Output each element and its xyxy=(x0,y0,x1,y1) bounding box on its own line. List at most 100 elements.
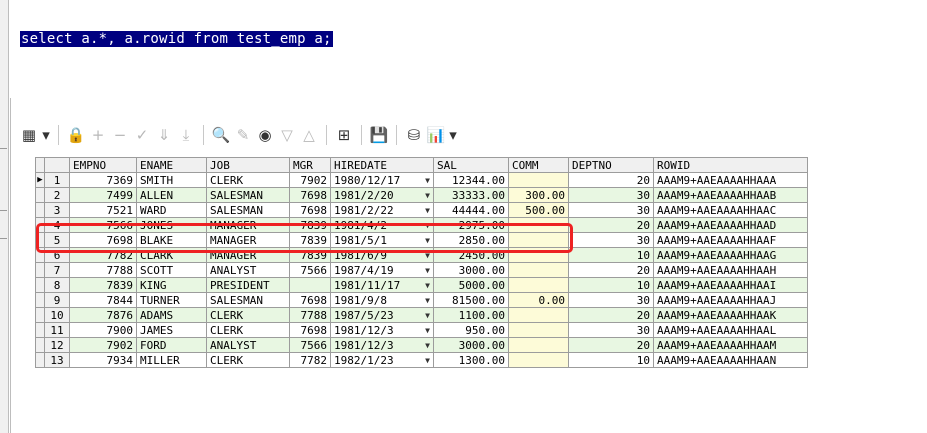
date-dropdown-icon[interactable]: ▼ xyxy=(419,339,430,352)
date-dropdown-icon[interactable]: ▼ xyxy=(419,189,430,202)
cell-empno[interactable]: 7902 xyxy=(69,337,137,353)
date-dropdown-icon[interactable]: ▼ xyxy=(419,309,430,322)
cell-mgr[interactable]: 7566 xyxy=(289,337,331,353)
cell-mgr[interactable]: 7839 xyxy=(289,232,331,248)
clear-icon[interactable]: ✎ xyxy=(232,124,254,146)
cell-hiredate[interactable]: 1981/11/17 ▼ xyxy=(330,277,434,293)
cell-deptno[interactable]: 20 xyxy=(568,337,654,353)
cell-job[interactable]: SALESMAN xyxy=(206,292,290,308)
cell-job[interactable]: CLERK xyxy=(206,307,290,323)
find-icon[interactable]: 🔍 xyxy=(210,124,232,146)
cell-hiredate[interactable]: 1987/5/23 ▼ xyxy=(330,307,434,323)
cell-sal[interactable]: 1300.00 xyxy=(433,352,509,368)
cell-sal[interactable]: 950.00 xyxy=(433,322,509,338)
save-icon[interactable]: 💾 xyxy=(368,124,390,146)
cell-ename[interactable]: FORD xyxy=(136,337,207,353)
cell-mgr[interactable]: 7782 xyxy=(289,352,331,368)
cell-rowid[interactable]: AAAM9+AAEAAAAHHAAI xyxy=(653,277,808,293)
cell-hiredate[interactable]: 1981/2/22 ▼ xyxy=(330,202,434,218)
cell-ename[interactable]: SMITH xyxy=(136,172,207,188)
column-header-sal[interactable]: SAL xyxy=(433,157,509,173)
sql-editor[interactable]: select a.*, a.rowid from test_emp a; xyxy=(10,0,927,99)
cell-job[interactable]: MANAGER xyxy=(206,232,290,248)
table-row[interactable]: 3 7521 WARD SALESMAN 7698 1981/2/22 ▼ 44444.00 5… xyxy=(35,202,808,218)
cell-sal[interactable]: 2850.00 xyxy=(433,232,509,248)
column-header-rowid[interactable]: ROWID xyxy=(653,157,808,173)
table-row[interactable]: 9 7844 TURNER SALESMAN 7698 1981/9/8 ▼ 81500.00… xyxy=(35,292,808,308)
table-row[interactable]: 12 7902 FORD ANALYST 7566 1981/12/3 ▼ 3000.00 20… xyxy=(35,337,808,353)
date-dropdown-icon[interactable]: ▼ xyxy=(419,279,430,292)
add-record-icon[interactable]: + xyxy=(87,124,109,146)
lock-icon[interactable]: 🔒 xyxy=(65,124,87,146)
cell-hiredate[interactable]: 1982/1/23 ▼ xyxy=(330,352,434,368)
cell-deptno[interactable]: 20 xyxy=(568,172,654,188)
dropdown-arrow-icon[interactable]: ▾ xyxy=(40,124,52,146)
cell-mgr[interactable]: 7698 xyxy=(289,322,331,338)
export-icon[interactable]: ⛁ xyxy=(403,124,425,146)
cell-rowid[interactable]: AAAM9+AAEAAAAHHAAB xyxy=(653,187,808,203)
cell-empno[interactable]: 7521 xyxy=(69,202,137,218)
cell-hiredate[interactable]: 1981/2/20 ▼ xyxy=(330,187,434,203)
date-dropdown-icon[interactable]: ▼ xyxy=(419,354,430,367)
cell-rowid[interactable]: AAAM9+AAEAAAAHHAAN xyxy=(653,352,808,368)
cell-job[interactable]: CLERK xyxy=(206,172,290,188)
date-dropdown-icon[interactable]: ▼ xyxy=(419,249,430,262)
cell-ename[interactable]: TURNER xyxy=(136,292,207,308)
cell-job[interactable]: MANAGER xyxy=(206,217,290,233)
cell-sal[interactable]: 3000.00 xyxy=(433,337,509,353)
cell-rowid[interactable]: AAAM9+AAEAAAAHHAAD xyxy=(653,217,808,233)
cell-empno[interactable]: 7876 xyxy=(69,307,137,323)
cell-deptno[interactable]: 10 xyxy=(568,352,654,368)
cell-ename[interactable]: MILLER xyxy=(136,352,207,368)
date-dropdown-icon[interactable]: ▼ xyxy=(419,234,430,247)
column-header-deptno[interactable]: DEPTNO xyxy=(568,157,654,173)
cell-job[interactable]: PRESIDENT xyxy=(206,277,290,293)
cell-job[interactable]: MANAGER xyxy=(206,247,290,263)
cell-empno[interactable]: 7900 xyxy=(69,322,137,338)
cell-ename[interactable]: BLAKE xyxy=(136,232,207,248)
cell-hiredate[interactable]: 1981/12/3 ▼ xyxy=(330,322,434,338)
table-row[interactable]: 4 7566 JONES MANAGER 7839 1981/4/2 ▼ 2975.00 20 A… xyxy=(35,217,808,233)
cell-mgr[interactable]: 7902 xyxy=(289,172,331,188)
cell-comm[interactable] xyxy=(508,262,569,278)
cell-ename[interactable]: JAMES xyxy=(136,322,207,338)
cell-mgr[interactable]: 7839 xyxy=(289,217,331,233)
table-row[interactable]: 11 7900 JAMES CLERK 7698 1981/12/3 ▼ 950.00 30 AA… xyxy=(35,322,808,338)
cell-sal[interactable]: 3000.00 xyxy=(433,262,509,278)
cell-sal[interactable]: 1100.00 xyxy=(433,307,509,323)
cell-rowid[interactable]: AAAM9+AAEAAAAHHAAL xyxy=(653,322,808,338)
cell-rowid[interactable]: AAAM9+AAEAAAAHHAAH xyxy=(653,262,808,278)
cell-ename[interactable]: KING xyxy=(136,277,207,293)
chart-icon[interactable]: 📊 xyxy=(425,124,447,146)
cell-empno[interactable]: 7782 xyxy=(69,247,137,263)
cell-empno[interactable]: 7788 xyxy=(69,262,137,278)
fetch-all-icon[interactable]: ⤓ xyxy=(175,124,197,146)
cell-comm[interactable] xyxy=(508,307,569,323)
cell-rowid[interactable]: AAAM9+AAEAAAAHHAAG xyxy=(653,247,808,263)
date-dropdown-icon[interactable]: ▼ xyxy=(419,264,430,277)
cell-hiredate[interactable]: 1981/4/2 ▼ xyxy=(330,217,434,233)
cell-comm[interactable] xyxy=(508,232,569,248)
cell-rowid[interactable]: AAAM9+AAEAAAAHHAAC xyxy=(653,202,808,218)
cell-deptno[interactable]: 30 xyxy=(568,202,654,218)
date-dropdown-icon[interactable]: ▼ xyxy=(419,324,430,337)
cell-mgr[interactable]: 7788 xyxy=(289,307,331,323)
column-header-job[interactable]: JOB xyxy=(206,157,290,173)
cell-hiredate[interactable]: 1987/4/19 ▼ xyxy=(330,262,434,278)
cell-hiredate[interactable]: 1980/12/17 ▼ xyxy=(330,172,434,188)
cell-ename[interactable]: JONES xyxy=(136,217,207,233)
cell-rowid[interactable]: AAAM9+AAEAAAAHHAAA xyxy=(653,172,808,188)
cell-hiredate[interactable]: 1981/12/3 ▼ xyxy=(330,337,434,353)
cell-mgr[interactable]: 7698 xyxy=(289,292,331,308)
cell-deptno[interactable]: 20 xyxy=(568,307,654,323)
cell-job[interactable]: ANALYST xyxy=(206,337,290,353)
cell-comm[interactable] xyxy=(508,322,569,338)
cell-rowid[interactable]: AAAM9+AAEAAAAHHAAJ xyxy=(653,292,808,308)
cell-comm[interactable] xyxy=(508,337,569,353)
cell-sal[interactable]: 44444.00 xyxy=(433,202,509,218)
cell-deptno[interactable]: 20 xyxy=(568,262,654,278)
table-row[interactable]: 6 7782 CLARK MANAGER 7839 1981/6/9 ▼ 2450.00 10 A… xyxy=(35,247,808,263)
fetch-next-icon[interactable]: ⇓ xyxy=(153,124,175,146)
sql-query-text[interactable]: select a.*, a.rowid from test_emp a; xyxy=(20,31,333,47)
query-by-example-icon[interactable]: ◉ xyxy=(254,124,276,146)
